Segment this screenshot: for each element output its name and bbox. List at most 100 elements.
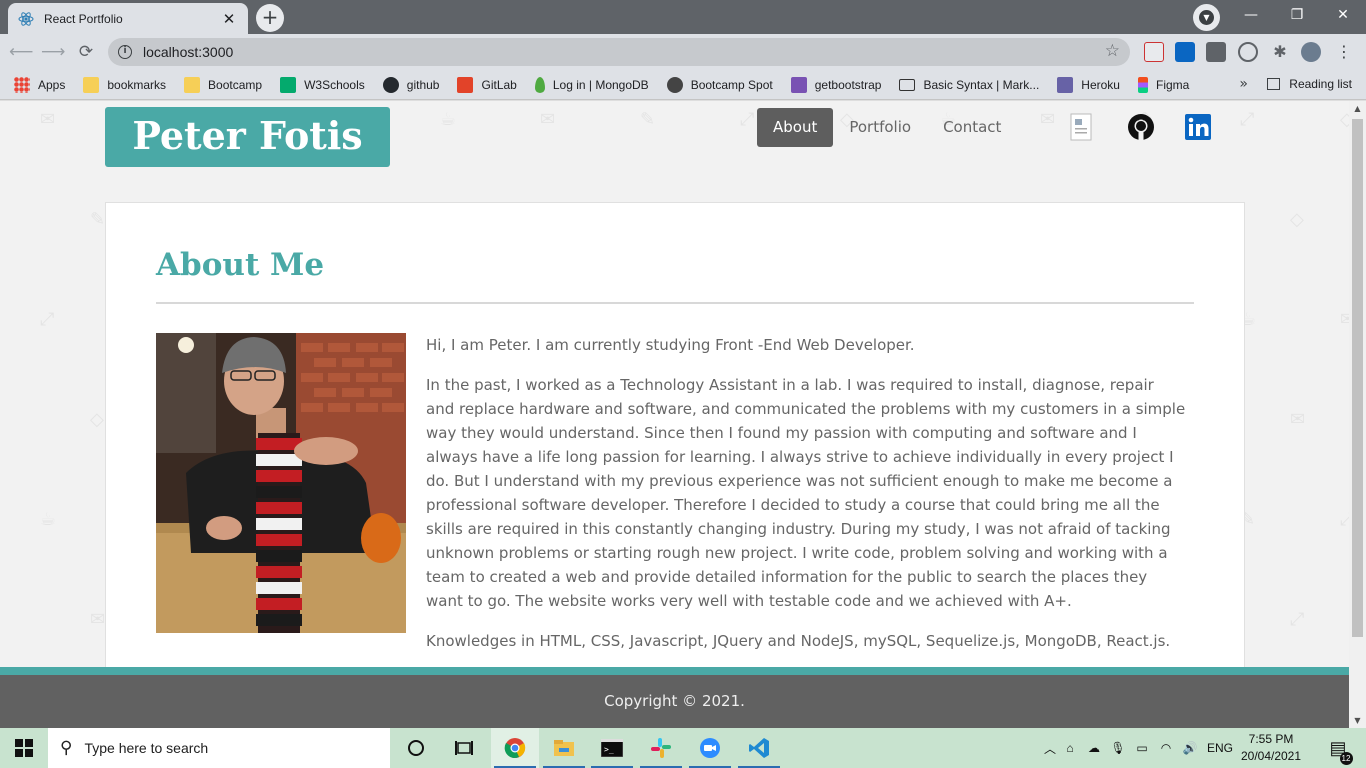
system-tray: ︿ ⌂ ☁ 🎙 ▭ ◠ 🔊 ENG xyxy=(1042,728,1238,768)
page-scrollbar[interactable]: ▲ ▼ xyxy=(1349,101,1366,728)
tray-overflow-chevron-icon[interactable]: ︿ xyxy=(1042,740,1058,757)
bookmark-getbootstrap[interactable]: getbootstrap xyxy=(790,76,882,93)
address-bar[interactable]: i localhost:3000 ☆ xyxy=(108,38,1130,66)
terminal-taskbar-app[interactable]: >_ xyxy=(588,728,636,768)
bookmark-mongodb[interactable]: Log in | MongoDB xyxy=(534,76,649,93)
puzzle-extensions-icon[interactable]: ✱ xyxy=(1270,42,1290,62)
cortana-button[interactable] xyxy=(392,728,440,768)
bookmark-label: Heroku xyxy=(1081,77,1120,92)
new-tab-button[interactable]: + xyxy=(256,4,284,32)
reading-list-button[interactable]: Reading list xyxy=(1267,77,1352,91)
reload-button[interactable]: ⟳ xyxy=(74,40,98,64)
bookmark-w3schools[interactable]: W3Schools xyxy=(280,76,365,93)
pattern-glyph-icon: ⤢ xyxy=(1240,109,1255,130)
restore-button[interactable]: ❐ xyxy=(1274,0,1320,30)
onedrive-cloud-icon[interactable]: ☁ xyxy=(1082,741,1106,755)
bookmark-heroku[interactable]: Heroku xyxy=(1057,76,1120,93)
site-info-icon[interactable]: i xyxy=(118,45,132,59)
wifi-icon[interactable]: ◠ xyxy=(1154,741,1178,755)
nav-about-link[interactable]: About xyxy=(757,108,834,147)
tab-search-button[interactable]: ▼ xyxy=(1193,4,1220,31)
pattern-glyph-icon: ✉ xyxy=(1290,409,1306,430)
resume-icon[interactable] xyxy=(1069,113,1097,141)
bookmark-github[interactable]: github xyxy=(382,76,439,93)
react-favicon-icon xyxy=(18,11,34,27)
bookmark-markdown[interactable]: Basic Syntax | Mark... xyxy=(899,78,1039,92)
bootstrap-icon xyxy=(790,76,807,93)
start-button[interactable] xyxy=(0,728,48,768)
terminal-icon: >_ xyxy=(601,739,623,757)
bookmark-label: Log in | MongoDB xyxy=(552,77,649,92)
search-placeholder: Type here to search xyxy=(84,740,209,756)
tray-device-icon[interactable]: ⌂ xyxy=(1058,741,1082,755)
browser-menu-icon[interactable]: ⋮ xyxy=(1334,42,1354,62)
vscode-taskbar-app[interactable] xyxy=(735,728,783,768)
battery-icon[interactable]: ▭ xyxy=(1130,741,1154,755)
bookmark-label: W3Schools xyxy=(304,77,365,92)
minimize-button[interactable]: — xyxy=(1228,0,1274,30)
bookmark-bootcamp-spot[interactable]: Bootcamp Spot xyxy=(666,76,773,93)
extension-circle-icon[interactable] xyxy=(1238,42,1258,62)
nav-portfolio-link[interactable]: Portfolio xyxy=(833,108,927,147)
mongodb-icon xyxy=(534,76,545,93)
taskbar-search-input[interactable]: ⚲ Type here to search xyxy=(48,728,390,768)
zoom-taskbar-app[interactable] xyxy=(686,728,734,768)
pattern-glyph-icon: ⤢ xyxy=(740,109,755,130)
figma-icon xyxy=(1137,76,1148,93)
scroll-down-arrow-icon[interactable]: ▼ xyxy=(1349,716,1366,725)
file-explorer-taskbar-app[interactable] xyxy=(540,728,588,768)
extension-badge-icon[interactable] xyxy=(1144,42,1164,62)
close-window-button[interactable]: ✕ xyxy=(1320,0,1366,30)
gitlab-icon xyxy=(457,76,474,93)
markdown-icon xyxy=(899,78,916,91)
about-heading: About Me xyxy=(156,247,325,283)
site-brand[interactable]: Peter Fotis xyxy=(105,107,390,167)
scroll-up-arrow-icon[interactable]: ▲ xyxy=(1349,104,1366,113)
language-indicator[interactable]: ENG xyxy=(1202,741,1238,755)
notification-count-badge: 12 xyxy=(1339,751,1353,765)
volume-icon[interactable]: 🔊 xyxy=(1178,741,1202,755)
pattern-glyph-icon: ⤢ xyxy=(1290,609,1305,630)
site-nav: About Portfolio Contact xyxy=(757,108,1017,147)
slack-taskbar-app[interactable] xyxy=(637,728,685,768)
browser-tab[interactable]: React Portfolio ✕ xyxy=(8,3,248,34)
bookmark-star-icon[interactable]: ☆ xyxy=(1105,41,1120,61)
forward-button[interactable]: ⟶ xyxy=(41,40,65,64)
copyright-text: Copyright © 2021. xyxy=(604,692,745,710)
linkedin-icon[interactable] xyxy=(1184,113,1212,141)
heading-divider xyxy=(156,302,1194,304)
bookmark-folder-bootcamp[interactable]: Bootcamp xyxy=(184,76,262,93)
page-viewport: ✉✎⤢◇☕✉✎⤢◇☕✉✎⤢◇✎⤢◇☕✉✎⤢◇☕✉✎⤢◇☕⤢◇☕✉✎⤢◇☕✉✎⤢◇… xyxy=(0,101,1349,728)
about-text: Hi, I am Peter. I am currently studying … xyxy=(426,333,1186,669)
back-button[interactable]: ⟵ xyxy=(9,40,33,64)
tab-close-button[interactable]: ✕ xyxy=(220,10,238,28)
heroku-icon xyxy=(1057,76,1074,93)
bookmark-folder-bookmarks[interactable]: bookmarks xyxy=(83,76,166,93)
bookmark-label: getbootstrap xyxy=(814,77,882,92)
linkedin-extension-icon[interactable] xyxy=(1175,42,1195,62)
profile-avatar[interactable] xyxy=(1301,42,1321,62)
microphone-icon[interactable]: 🎙 xyxy=(1106,741,1130,755)
pattern-glyph-icon: ✉ xyxy=(1340,309,1349,330)
pattern-glyph-icon: ◇ xyxy=(1290,209,1304,230)
bookmark-figma[interactable]: Figma xyxy=(1137,76,1189,93)
task-view-button[interactable] xyxy=(440,728,488,768)
pattern-glyph-icon: ⤢ xyxy=(40,309,55,330)
bookmarks-overflow-button[interactable]: » xyxy=(1239,76,1248,92)
globe-icon xyxy=(666,76,683,93)
bookmark-gitlab[interactable]: GitLab xyxy=(457,76,517,93)
nav-contact-link[interactable]: Contact xyxy=(927,108,1017,147)
taskbar-clock[interactable]: 7:55 PM 20/04/2021 xyxy=(1240,731,1302,765)
profile-photo xyxy=(156,333,406,633)
notification-center-button[interactable]: ▤ 12 xyxy=(1318,728,1358,768)
download-icon[interactable] xyxy=(1206,42,1226,62)
scrollbar-thumb[interactable] xyxy=(1352,119,1363,637)
bookmark-apps[interactable]: Apps xyxy=(14,76,65,93)
clock-time: 7:55 PM xyxy=(1248,732,1294,746)
about-paragraph-skills: Knowledges in HTML, CSS, Javascript, JQu… xyxy=(426,632,1171,650)
chrome-taskbar-app[interactable] xyxy=(491,728,539,768)
w3schools-icon xyxy=(280,76,297,93)
vscode-icon xyxy=(749,738,769,758)
pattern-glyph-icon: ☕ xyxy=(440,109,457,130)
github-icon[interactable] xyxy=(1127,113,1155,141)
